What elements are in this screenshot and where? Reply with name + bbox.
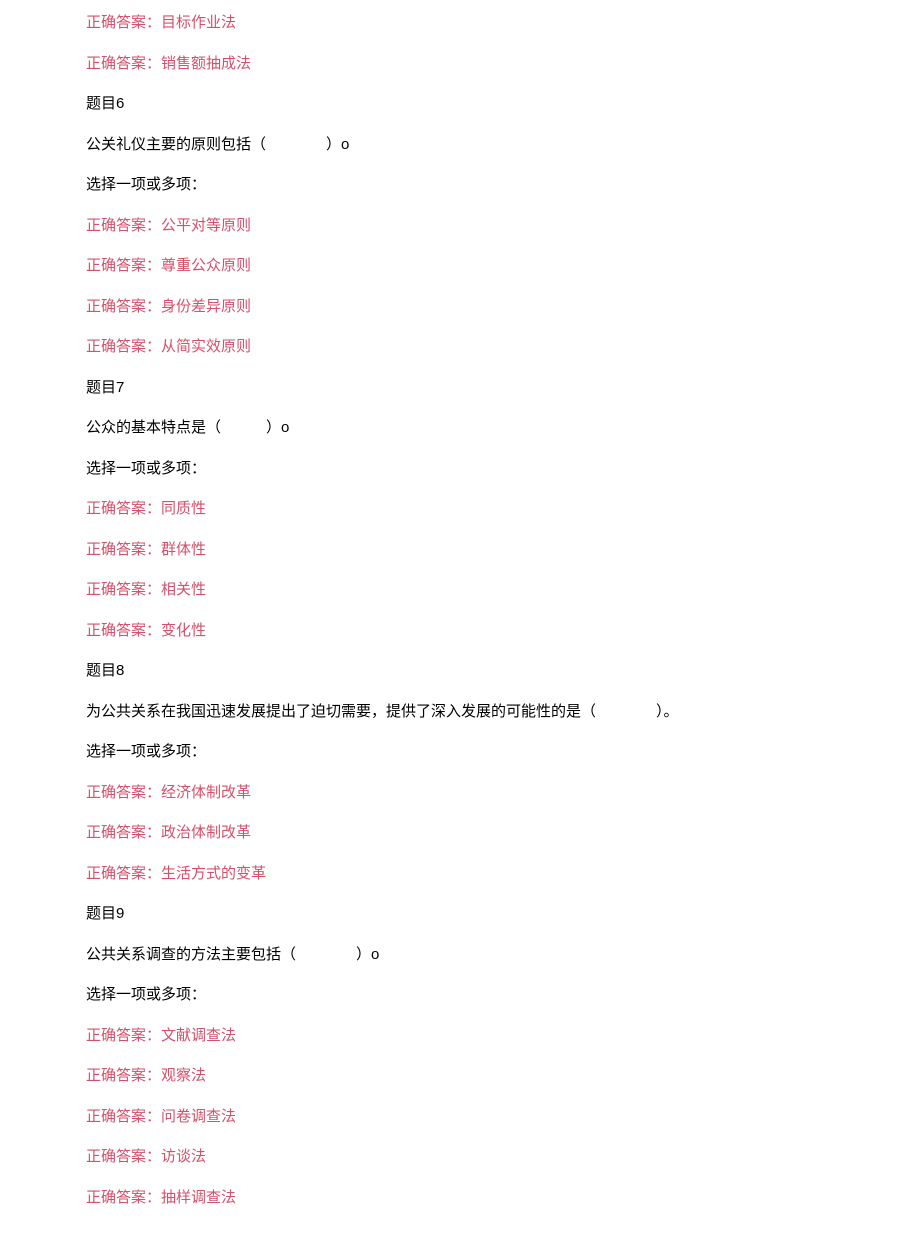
- answer-line: 正确答案：观察法: [86, 1065, 920, 1088]
- question-title-9: 题目9: [86, 903, 920, 926]
- question-instruction-9: 选择一项或多项：: [86, 984, 920, 1007]
- question-instruction-7: 选择一项或多项：: [86, 458, 920, 481]
- question-prompt-8: 为公共关系在我国迅速发展提出了迫切需要，提供了深入发展的可能性的是（ ）。: [86, 701, 920, 724]
- answer-line: 正确答案：生活方式的变革: [86, 863, 920, 886]
- answer-line: 正确答案：抽样调查法: [86, 1187, 920, 1210]
- answer-line: 正确答案：公平对等原则: [86, 215, 920, 238]
- top-answer: 正确答案：目标作业法: [86, 12, 920, 35]
- question-title-8: 题目8: [86, 660, 920, 683]
- answer-line: 正确答案：身份差异原则: [86, 296, 920, 319]
- answer-line: 正确答案：尊重公众原则: [86, 255, 920, 278]
- question-prompt-7: 公众的基本特点是（ ）o: [86, 417, 920, 440]
- question-prompt-6: 公关礼仪主要的原则包括（ ）o: [86, 134, 920, 157]
- answer-line: 正确答案：从简实效原则: [86, 336, 920, 359]
- question-title-7: 题目7: [86, 377, 920, 400]
- answer-line: 正确答案：文献调查法: [86, 1025, 920, 1048]
- answer-line: 正确答案：相关性: [86, 579, 920, 602]
- answer-line: 正确答案：政治体制改革: [86, 822, 920, 845]
- answer-line: 正确答案：变化性: [86, 620, 920, 643]
- question-title-6: 题目6: [86, 93, 920, 116]
- answer-line: 正确答案：经济体制改革: [86, 782, 920, 805]
- question-instruction-8: 选择一项或多项：: [86, 741, 920, 764]
- answer-line: 正确答案：问卷调查法: [86, 1106, 920, 1129]
- top-answer: 正确答案：销售额抽成法: [86, 53, 920, 76]
- answer-line: 正确答案：群体性: [86, 539, 920, 562]
- answer-line: 正确答案：访谈法: [86, 1146, 920, 1169]
- answer-line: 正确答案：同质性: [86, 498, 920, 521]
- question-prompt-9: 公共关系调查的方法主要包括（ ）o: [86, 944, 920, 967]
- question-instruction-6: 选择一项或多项：: [86, 174, 920, 197]
